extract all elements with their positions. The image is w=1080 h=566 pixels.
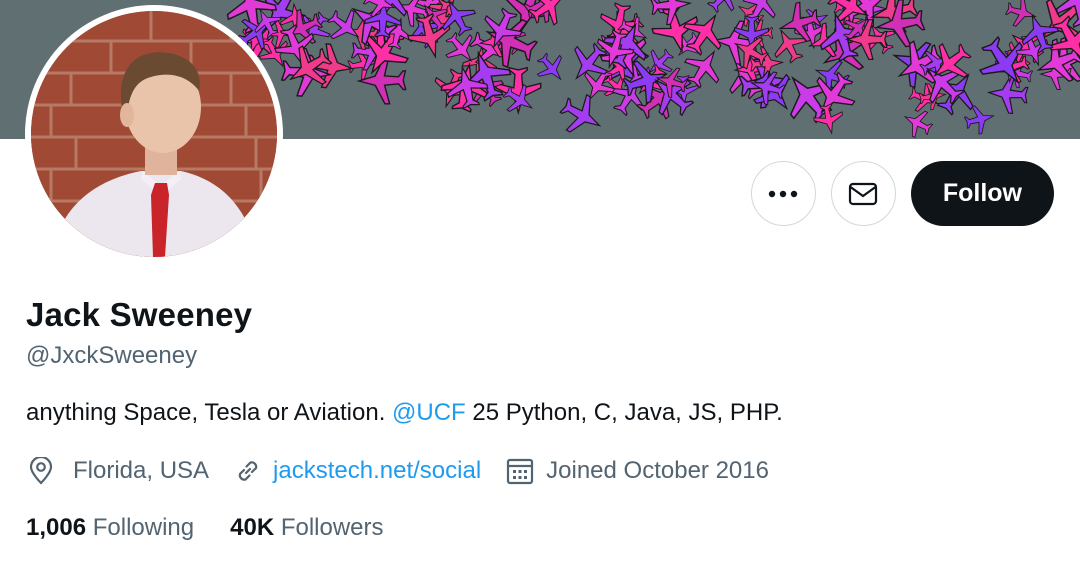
following-link[interactable]: 1,006 Following xyxy=(26,514,194,542)
profile-meta: Florida, USA jackstech.net/social Joined… xyxy=(26,456,793,486)
follow-button[interactable]: Follow xyxy=(910,161,1054,226)
avatar-frame[interactable] xyxy=(25,5,283,263)
following-count: 1,006 xyxy=(26,514,87,541)
followers-label: Followers xyxy=(280,514,384,541)
following-label: Following xyxy=(92,514,195,541)
message-button[interactable] xyxy=(830,161,896,226)
bio: anything Space, Tesla or Aviation. @UCF … xyxy=(26,399,783,427)
location-item: Florida, USA xyxy=(26,456,209,486)
location-text: Florida, USA xyxy=(73,457,210,484)
link-icon xyxy=(233,456,263,486)
website-link[interactable]: jackstech.net/social xyxy=(273,457,481,485)
display-name: Jack Sweeney xyxy=(26,296,253,333)
user-handle: @JxckSweeney xyxy=(26,342,198,369)
bio-text-end: 25 Python, C, Java, JS, PHP. xyxy=(465,399,783,426)
location-pin-icon xyxy=(26,456,56,486)
followers-link[interactable]: 40K Followers xyxy=(230,514,383,542)
envelope-icon xyxy=(849,182,878,205)
joined-item: Joined October 2016 xyxy=(505,456,769,486)
profile-actions: Follow xyxy=(750,161,1054,226)
more-button[interactable] xyxy=(750,161,816,226)
joined-text: Joined October 2016 xyxy=(546,457,769,484)
avatar-photo xyxy=(31,11,277,257)
website-item: jackstech.net/social xyxy=(233,456,481,486)
followers-count: 40K xyxy=(230,514,275,541)
more-horizontal-icon xyxy=(769,190,798,197)
calendar-icon xyxy=(505,456,535,486)
avatar[interactable] xyxy=(31,11,277,257)
bio-text-start: anything Space, Tesla or Aviation. xyxy=(26,399,393,426)
bio-mention-link[interactable]: @UCF xyxy=(392,399,466,426)
follow-stats: 1,006 Following 40K Followers xyxy=(26,514,420,542)
